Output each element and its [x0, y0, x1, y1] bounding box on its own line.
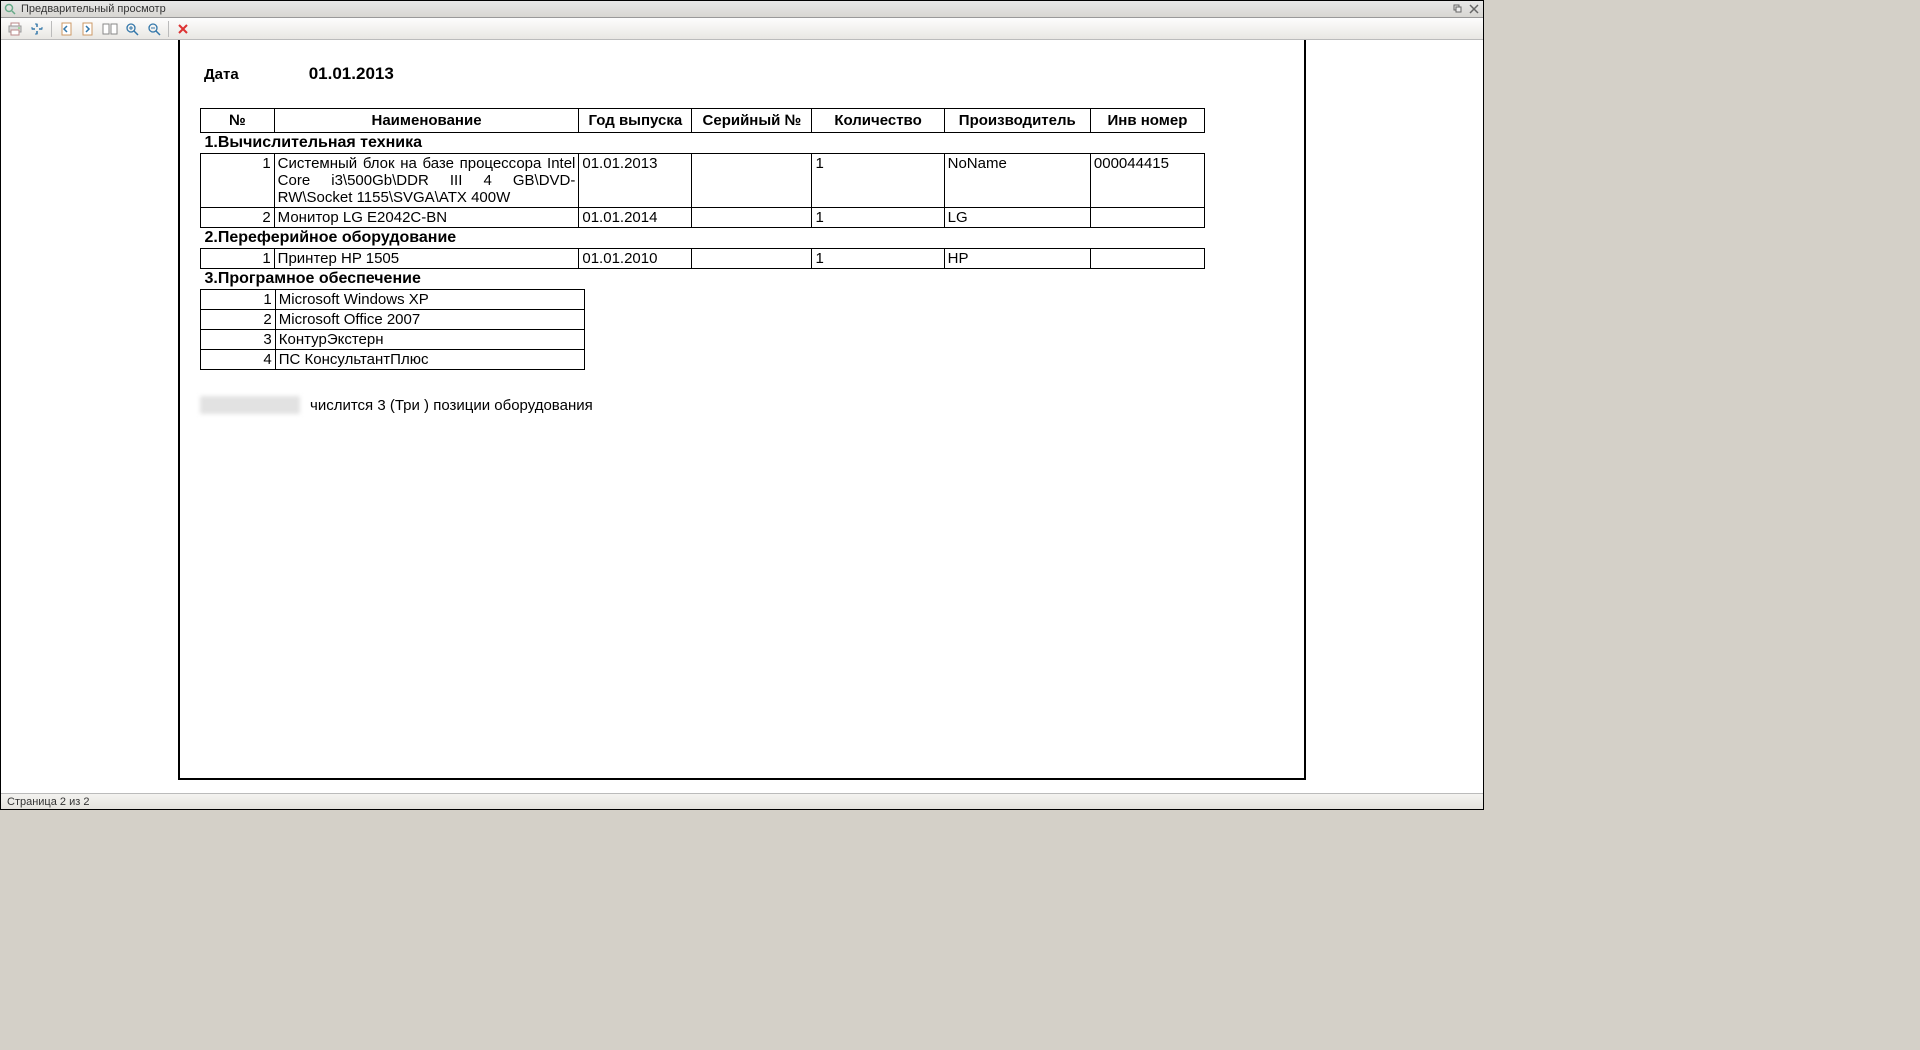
cell-name: Монитор LG E2042C-BN	[274, 208, 579, 228]
toolbar-separator	[51, 21, 52, 37]
cell-name: КонтурЭкстерн	[275, 330, 584, 350]
multi-page-icon[interactable]	[100, 20, 120, 38]
print-icon[interactable]	[5, 20, 25, 38]
close-window-icon[interactable]	[1467, 2, 1481, 16]
preview-window: Предварительный просмотр	[0, 0, 1484, 810]
footer-line: числится 3 (Три ) позиции оборудования	[200, 396, 1284, 414]
cell-name: Microsoft Windows XP	[275, 290, 584, 310]
page-indicator: Страница 2 из 2	[7, 796, 89, 808]
zoom-out-icon[interactable]	[144, 20, 164, 38]
header-serial: Серийный №	[692, 109, 812, 133]
cell-serial	[692, 154, 812, 208]
table-row: 1 Принтер HP 1505 01.01.2010 1 HP	[201, 249, 1205, 269]
cell-num: 2	[201, 310, 276, 330]
equipment-table: № Наименование Год выпуска Серийный № Ко…	[200, 108, 1205, 289]
toolbar-separator	[168, 21, 169, 37]
table-row: 4 ПС КонсультантПлюс	[201, 350, 585, 370]
zoom-in-icon[interactable]	[122, 20, 142, 38]
table-row: 2 Microsoft Office 2007	[201, 310, 585, 330]
cell-name: Системный блок на базе процессора Intel …	[274, 154, 579, 208]
header-year: Год выпуска	[579, 109, 692, 133]
cell-num: 1	[201, 249, 275, 269]
prev-page-icon[interactable]	[56, 20, 76, 38]
cell-inv: 000044415	[1090, 154, 1204, 208]
maximize-icon[interactable]	[1451, 2, 1465, 16]
window-controls	[1451, 2, 1481, 16]
header-mfr: Производитель	[944, 109, 1090, 133]
statusbar: Страница 2 из 2	[1, 793, 1483, 809]
footer-text: числится 3 (Три ) позиции оборудования	[310, 397, 593, 414]
header-num: №	[201, 109, 275, 133]
section-3-title: 3.Програмное обеспечение	[201, 269, 1205, 290]
header-qty: Количество	[812, 109, 944, 133]
titlebar: Предварительный просмотр	[1, 1, 1483, 18]
software-table: 1 Microsoft Windows XP 2 Microsoft Offic…	[200, 289, 585, 370]
cell-serial	[692, 249, 812, 269]
cell-num: 1	[201, 290, 276, 310]
toolbar	[1, 18, 1483, 40]
cell-name: Принтер HP 1505	[274, 249, 579, 269]
header-inv: Инв номер	[1090, 109, 1204, 133]
document-viewport[interactable]: Дата 01.01.2013 № Наименование Год выпус…	[1, 40, 1483, 793]
cell-qty: 1	[812, 249, 944, 269]
date-label: Дата	[204, 66, 239, 83]
close-preview-icon[interactable]	[173, 20, 193, 38]
cell-qty: 1	[812, 208, 944, 228]
cell-inv	[1090, 208, 1204, 228]
table-row: 1 Системный блок на базе процессора Inte…	[201, 154, 1205, 208]
cell-num: 2	[201, 208, 275, 228]
app-icon	[3, 2, 17, 16]
cell-mfr: LG	[944, 208, 1090, 228]
section-title: 2.Переферийное оборудование	[201, 228, 1205, 249]
redacted-box	[200, 396, 300, 414]
table-header-row: № Наименование Год выпуска Серийный № Ко…	[201, 109, 1205, 133]
cell-num: 3	[201, 330, 276, 350]
table-row: 1 Microsoft Windows XP	[201, 290, 585, 310]
next-page-icon[interactable]	[78, 20, 98, 38]
section-title: 1.Вычислительная техника	[201, 133, 1205, 154]
cell-num: 1	[201, 154, 275, 208]
fit-icon[interactable]	[27, 20, 47, 38]
section-2-title: 2.Переферийное оборудование	[201, 228, 1205, 249]
table-row: 2 Монитор LG E2042C-BN 01.01.2014 1 LG	[201, 208, 1205, 228]
date-row: Дата 01.01.2013	[204, 64, 1284, 84]
cell-year: 01.01.2010	[579, 249, 692, 269]
section-title: 3.Програмное обеспечение	[201, 269, 1205, 290]
table-row: 3 КонтурЭкстерн	[201, 330, 585, 350]
cell-mfr: HP	[944, 249, 1090, 269]
window-title: Предварительный просмотр	[21, 3, 1451, 15]
cell-name: Microsoft Office 2007	[275, 310, 584, 330]
date-value: 01.01.2013	[309, 64, 394, 84]
cell-num: 4	[201, 350, 276, 370]
cell-name: ПС КонсультантПлюс	[275, 350, 584, 370]
section-1-title: 1.Вычислительная техника	[201, 133, 1205, 154]
cell-year: 01.01.2014	[579, 208, 692, 228]
cell-qty: 1	[812, 154, 944, 208]
cell-inv	[1090, 249, 1204, 269]
header-name: Наименование	[274, 109, 579, 133]
cell-year: 01.01.2013	[579, 154, 692, 208]
cell-serial	[692, 208, 812, 228]
document-page: Дата 01.01.2013 № Наименование Год выпус…	[178, 40, 1306, 780]
cell-mfr: NoName	[944, 154, 1090, 208]
